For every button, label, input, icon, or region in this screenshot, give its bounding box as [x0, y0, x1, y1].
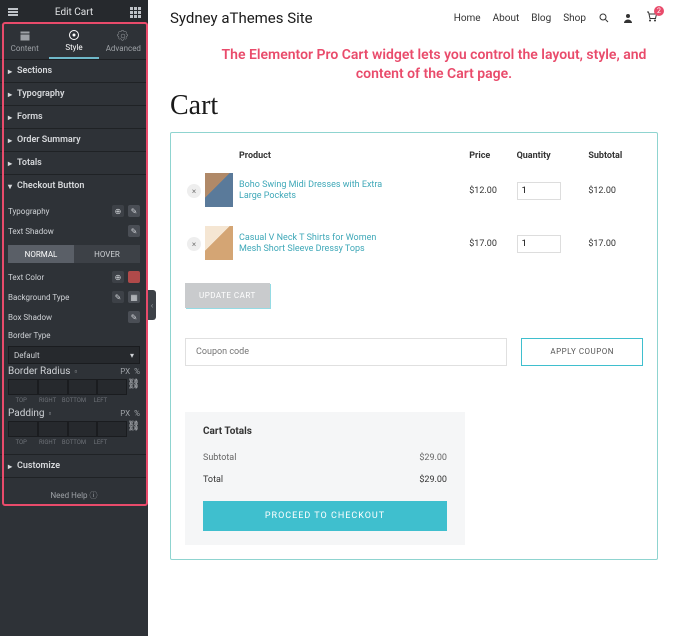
- ctrl-text-shadow[interactable]: Text Shadow✎: [0, 221, 148, 241]
- pad-left[interactable]: [97, 421, 127, 437]
- qty-input[interactable]: [517, 235, 561, 253]
- section-customize[interactable]: ▸Customize: [0, 455, 148, 477]
- qty-input[interactable]: [517, 182, 561, 200]
- preview-canvas: Sydney aThemes Site Home About Blog Shop…: [148, 0, 680, 636]
- remove-icon[interactable]: ×: [187, 237, 201, 251]
- link-icon[interactable]: ⛓: [127, 379, 140, 395]
- table-row: × Casual V Neck T Shirts for Women Mesh …: [185, 218, 643, 271]
- cart-table: Product Price Quantity Subtotal × Boho S…: [185, 147, 643, 271]
- ctrl-typography[interactable]: Typography⊕✎: [0, 201, 148, 221]
- cart-widget: Product Price Quantity Subtotal × Boho S…: [170, 132, 658, 560]
- nav-shop[interactable]: Shop: [563, 13, 586, 24]
- sidebar-topbar: Edit Cart: [0, 0, 148, 24]
- section-typography[interactable]: ▸Typography: [0, 83, 148, 105]
- section-checkout-button[interactable]: ▾Checkout Button: [0, 175, 148, 197]
- brush-icon[interactable]: ✎: [112, 291, 124, 303]
- user-icon[interactable]: [622, 12, 634, 24]
- section-sections[interactable]: ▸Sections: [0, 60, 148, 82]
- br-bottom[interactable]: [68, 379, 98, 395]
- col-product: Product: [237, 147, 467, 165]
- editor-sidebar: Edit Cart Content Style Advanced ▸Sectio…: [0, 0, 148, 636]
- coupon-input[interactable]: [185, 338, 507, 366]
- nav-blog[interactable]: Blog: [531, 13, 551, 24]
- pencil-icon[interactable]: ✎: [128, 311, 140, 323]
- ctrl-text-color[interactable]: Text Color⊕: [0, 267, 148, 287]
- panel-collapse-handle[interactable]: ‹: [148, 290, 156, 320]
- tab-style[interactable]: Style: [49, 24, 98, 59]
- site-header: Sydney aThemes Site Home About Blog Shop…: [170, 0, 658, 36]
- cart-icon[interactable]: 2: [646, 11, 658, 26]
- subtotal-value: $29.00: [419, 453, 447, 463]
- total-value: $29.00: [419, 475, 447, 485]
- remove-icon[interactable]: ×: [187, 184, 201, 198]
- nav-about[interactable]: About: [493, 13, 520, 24]
- nav-home[interactable]: Home: [454, 13, 481, 24]
- totals-title: Cart Totals: [203, 426, 447, 437]
- annotation-text: The Elementor Pro Cart widget lets you c…: [212, 46, 656, 84]
- col-subtotal: Subtotal: [586, 147, 643, 165]
- editor-tabs: Content Style Advanced: [0, 24, 148, 60]
- br-left[interactable]: [97, 379, 127, 395]
- update-cart-button[interactable]: UPDATE CART: [185, 283, 270, 308]
- product-thumb[interactable]: [205, 173, 233, 207]
- ctrl-box-shadow[interactable]: Box Shadow✎: [0, 307, 148, 327]
- ctrl-border-type: Border Type: [0, 327, 148, 344]
- pad-bottom[interactable]: [68, 421, 98, 437]
- color-swatch[interactable]: [128, 271, 140, 283]
- responsive-icon[interactable]: ▫: [74, 367, 77, 376]
- product-thumb[interactable]: [205, 226, 233, 260]
- globe-icon[interactable]: ⊕: [112, 205, 124, 217]
- cart-badge: 2: [654, 6, 664, 16]
- search-icon[interactable]: [598, 12, 610, 24]
- menu-icon[interactable]: [6, 5, 20, 19]
- responsive-icon[interactable]: ▫: [49, 409, 52, 418]
- cell-subtotal: $17.00: [586, 218, 643, 271]
- tab-advanced[interactable]: Advanced: [99, 24, 148, 59]
- table-row: × Boho Swing Midi Dresses with Extra Lar…: [185, 165, 643, 218]
- col-price: Price: [467, 147, 514, 165]
- cell-subtotal: $12.00: [586, 165, 643, 218]
- product-link[interactable]: Casual V Neck T Shirts for Women Mesh Sh…: [239, 233, 389, 256]
- globe-icon[interactable]: ⊕: [112, 271, 124, 283]
- cell-price: $17.00: [467, 218, 514, 271]
- section-totals[interactable]: ▸Totals: [0, 152, 148, 174]
- state-normal[interactable]: NORMAL: [8, 245, 74, 263]
- section-forms[interactable]: ▸Forms: [0, 106, 148, 128]
- state-tabs: NORMALHOVER: [8, 245, 140, 263]
- state-hover[interactable]: HOVER: [74, 245, 140, 263]
- col-qty: Quantity: [515, 147, 587, 165]
- site-logo[interactable]: Sydney aThemes Site: [170, 9, 313, 27]
- label-padding: Padding: [8, 408, 45, 419]
- section-order-summary[interactable]: ▸Order Summary: [0, 129, 148, 151]
- apply-coupon-button[interactable]: APPLY COUPON: [521, 338, 643, 366]
- need-help[interactable]: Need Help ⓘ: [0, 478, 148, 513]
- link-icon[interactable]: ⛓: [127, 421, 140, 437]
- ctrl-bg-type[interactable]: Background Type✎▦: [0, 287, 148, 307]
- pad-right[interactable]: [38, 421, 68, 437]
- pencil-icon[interactable]: ✎: [128, 225, 140, 237]
- product-link[interactable]: Boho Swing Midi Dresses with Extra Large…: [239, 180, 389, 203]
- tab-content[interactable]: Content: [0, 24, 49, 59]
- cart-totals: Cart Totals Subtotal$29.00 Total$29.00 P…: [185, 412, 465, 545]
- cell-price: $12.00: [467, 165, 514, 218]
- sidebar-title: Edit Cart: [55, 7, 93, 18]
- border-type-select[interactable]: Default: [8, 346, 140, 364]
- label-border-radius: Border Radius: [8, 366, 70, 377]
- page-title: Cart: [170, 90, 658, 122]
- checkout-button[interactable]: PROCEED TO CHECKOUT: [203, 501, 447, 531]
- classic-icon[interactable]: ▦: [128, 291, 140, 303]
- widgets-grid-icon[interactable]: [128, 5, 142, 19]
- br-right[interactable]: [38, 379, 68, 395]
- br-top[interactable]: [8, 379, 38, 395]
- pencil-icon[interactable]: ✎: [128, 205, 140, 217]
- pad-top[interactable]: [8, 421, 38, 437]
